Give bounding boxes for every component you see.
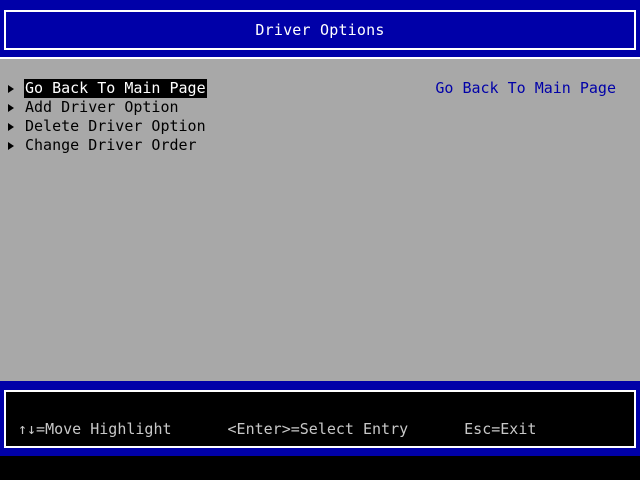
triangle-right-icon: [8, 141, 14, 150]
menu-item-label: Delete Driver Option: [25, 117, 206, 135]
help-text: Go Back To Main Page: [435, 79, 616, 97]
move-highlight-hint: ↑↓=Move Highlight: [18, 420, 172, 438]
menu-item-label: Add Driver Option: [25, 98, 179, 116]
menu-item-change-driver-order[interactable]: Change Driver Order: [6, 136, 207, 155]
key-help-row: ↑↓=Move Highlight <Enter>=Select Entry E…: [18, 420, 536, 438]
page-title: Driver Options: [255, 21, 385, 39]
key-help-bar: ↑↓=Move Highlight <Enter>=Select Entry E…: [4, 390, 636, 448]
menu-item-label: Change Driver Order: [25, 136, 197, 154]
triangle-right-icon: [8, 84, 14, 93]
title-bar: Driver Options: [4, 10, 636, 50]
menu-item-go-back-to-main-page[interactable]: Go Back To Main Page: [6, 79, 207, 98]
exit-hint: Esc=Exit: [464, 420, 537, 438]
menu-item-label: Go Back To Main Page: [24, 79, 207, 98]
menu-item-add-driver-option[interactable]: Add Driver Option: [6, 98, 207, 117]
select-entry-hint: <Enter>=Select Entry: [227, 420, 409, 438]
content-panel: Go Back To Main Page Add Driver Option D…: [0, 57, 640, 381]
bottom-strip: [0, 456, 640, 480]
triangle-right-icon: [8, 103, 14, 112]
triangle-right-icon: [8, 122, 14, 131]
menu-list: Go Back To Main Page Add Driver Option D…: [6, 79, 207, 155]
menu-item-delete-driver-option[interactable]: Delete Driver Option: [6, 117, 207, 136]
